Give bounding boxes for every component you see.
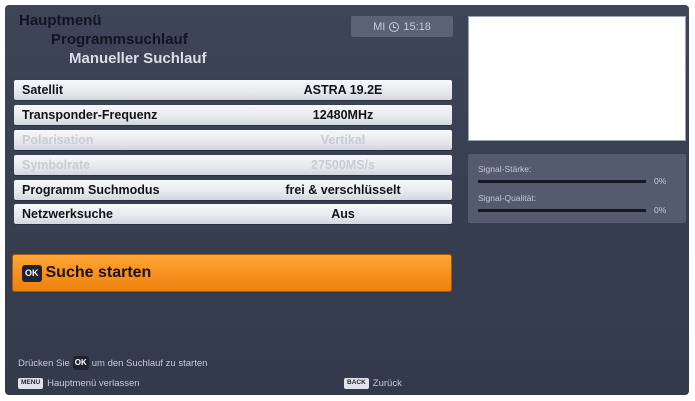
signal-strength-bar [478,180,646,183]
setting-label: Netzwerksuche [22,207,114,221]
setting-value: Aus [331,207,355,221]
footer-back[interactable]: BACK Zurück [344,378,402,389]
video-preview [468,16,686,141]
setting-row-polarisation: Polarisation Vertikal [14,130,452,150]
hint-text-after: um den Suchlauf zu starten [91,357,208,369]
time-label: 15:18 [403,20,431,33]
signal-strength-value: 0% [654,176,667,186]
setting-value: frei & verschlüsselt [285,183,401,197]
hint-text-before: Drücken Sie [18,357,70,369]
clock-icon [389,21,400,32]
clock-display: MI 15:18 [351,16,453,37]
start-search-label: Suche starten [45,264,152,281]
weekday-label: MI [373,20,386,33]
setting-label: Satellit [22,83,63,97]
setting-value: Vertikal [320,133,366,147]
setting-row-search-mode[interactable]: Programm Suchmodus frei & verschlüsselt [14,180,452,200]
ok-key-icon: OK [72,356,89,370]
setting-row-network-search[interactable]: Netzwerksuche Aus [14,204,452,224]
start-search-button[interactable]: OK Suche starten [12,254,452,292]
signal-quality-bar [478,209,646,212]
footer-exit-label: Hauptmenü verlassen [47,378,140,389]
page-title: Manueller Suchlauf [69,50,207,67]
setting-row-transponder-frequency[interactable]: Transponder-Frequenz 12480MHz [14,105,452,125]
setting-row-satellite[interactable]: Satellit ASTRA 19.2E [14,80,452,100]
footer-back-label: Zurück [372,378,402,389]
breadcrumb-channel-search: Programmsuchlauf [51,31,188,48]
footer-exit-main-menu[interactable]: MENU Hauptmenü verlassen [18,378,140,389]
signal-quality-label: Signal-Qualität: [478,193,537,203]
setting-value: 27500MS/s [311,158,375,172]
setting-row-symbol-rate: Symbolrate 27500MS/s [14,155,452,175]
setting-value: 12480MHz [312,108,374,122]
setting-value: ASTRA 19.2E [303,83,383,97]
setting-label: Transponder-Frequenz [22,108,158,122]
ok-key-icon: OK [22,264,42,282]
back-key-icon: BACK [344,378,369,389]
tv-screen: Hauptmenü Programmsuchlauf Manueller Suc… [5,5,689,395]
breadcrumb-main-menu: Hauptmenü [19,12,102,29]
menu-key-icon: MENU [18,378,44,389]
instruction-hint: Drücken Sie OK um den Suchlauf zu starte… [18,356,207,370]
setting-label: Symbolrate [22,158,91,172]
setting-label: Polarisation [22,133,94,147]
signal-strength-label: Signal-Stärke: [478,164,532,174]
signal-quality-value: 0% [654,205,667,215]
setting-label: Programm Suchmodus [22,183,160,197]
signal-panel: Signal-Stärke: 0% Signal-Qualität: 0% [468,154,686,223]
